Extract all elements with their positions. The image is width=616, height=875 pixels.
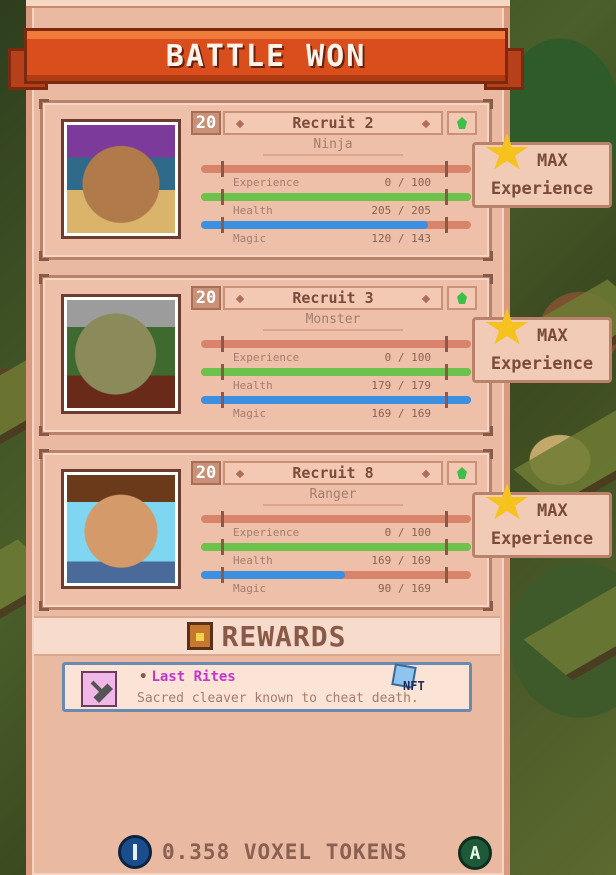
- stat-value: 0 / 100: [384, 526, 431, 539]
- reward-item-description: Sacred cleaver known to cheat death.: [137, 691, 419, 706]
- recruit-level: 20: [191, 111, 221, 135]
- battle-won-banner: BATTLE WON: [8, 22, 524, 92]
- stat-label: Experience: [233, 526, 300, 539]
- stat-magic: Magic 169 / 169: [201, 392, 471, 424]
- rewards-header: REWARDS: [34, 616, 500, 656]
- a-button-label: A: [469, 842, 481, 864]
- stat-label: Magic: [233, 407, 267, 420]
- rewards-title: REWARDS: [221, 619, 347, 653]
- stat-bar-fill: [201, 543, 471, 551]
- recruit-card: 20 Recruit 3 Monster Experience 0 / 100 …: [39, 274, 493, 436]
- stat-health: Health 179 / 179: [201, 364, 471, 396]
- max-experience-badge: MAX Experience: [472, 133, 612, 208]
- stat-bar-track: [201, 340, 471, 348]
- stat-magic: Magic 90 / 169: [201, 567, 471, 599]
- reward-item-name: Last Rites: [139, 669, 235, 685]
- stat-value: 0 / 100: [384, 176, 431, 189]
- banner-title: BATTLE WON: [165, 38, 367, 74]
- nft-icon: NFT: [391, 663, 427, 695]
- stat-value: 90 / 169: [378, 582, 431, 595]
- stat-experience: Experience 0 / 100: [201, 336, 471, 368]
- stat-value: 179 / 179: [371, 379, 431, 392]
- stat-label: Experience: [233, 351, 300, 364]
- a-button[interactable]: A: [458, 836, 492, 870]
- badge-max-label: MAX: [537, 151, 568, 171]
- badge-experience-label: Experience: [490, 179, 594, 199]
- recruit-level: 20: [191, 461, 221, 485]
- voxel-tokens-amount: 0.358 VOXEL TOKENS: [162, 840, 408, 864]
- stat-label: Magic: [233, 232, 267, 245]
- voxel-coin-icon: [118, 835, 152, 869]
- badge-experience-label: Experience: [490, 529, 594, 549]
- max-experience-badge: MAX Experience: [472, 483, 612, 558]
- stat-label: Health: [233, 554, 273, 567]
- recruit-card: 20 Recruit 8 Ranger Experience 0 / 100 H…: [39, 449, 493, 611]
- recruit-class: Ninja: [263, 137, 403, 156]
- stat-bar-track: [201, 165, 471, 173]
- stat-bar-fill: [201, 368, 471, 376]
- badge-experience-label: Experience: [490, 354, 594, 374]
- recruit-name-bar: Recruit 2: [223, 111, 443, 135]
- treasure-chest-icon: [187, 622, 214, 650]
- recruit-level: 20: [191, 286, 221, 310]
- recruit-avatar: [67, 475, 175, 583]
- cleaver-icon: [81, 671, 117, 707]
- stat-health: Health 205 / 205: [201, 189, 471, 221]
- nft-label: NFT: [403, 679, 425, 693]
- gem-icon: [447, 461, 477, 485]
- recruit-name: Recruit 3: [292, 289, 374, 307]
- recruit-avatar: [67, 300, 175, 408]
- stat-label: Health: [233, 379, 273, 392]
- badge-max-label: MAX: [537, 501, 568, 521]
- recruit-card: 20 Recruit 2 Ninja Experience 0 / 100 He…: [39, 99, 493, 261]
- stat-health: Health 169 / 169: [201, 539, 471, 571]
- stat-value: 205 / 205: [371, 204, 431, 217]
- recruit-name: Recruit 8: [292, 464, 374, 482]
- reward-item[interactable]: Last Rites Sacred cleaver known to cheat…: [62, 662, 472, 712]
- gem-icon: [447, 111, 477, 135]
- recruit-portrait: [61, 469, 181, 589]
- recruit-class: Monster: [263, 312, 403, 331]
- recruit-portrait: [61, 119, 181, 239]
- recruit-name: Recruit 2: [292, 114, 374, 132]
- stat-magic: Magic 120 / 143: [201, 217, 471, 249]
- voxel-tokens-reward: 0.358 VOXEL TOKENS: [118, 834, 408, 870]
- stat-label: Experience: [233, 176, 300, 189]
- recruit-name-bar: Recruit 3: [223, 286, 443, 310]
- stat-value: 169 / 169: [371, 407, 431, 420]
- stat-bar-fill: [201, 193, 471, 201]
- stat-value: 0 / 100: [384, 351, 431, 364]
- recruit-portrait: [61, 294, 181, 414]
- stat-value: 169 / 169: [371, 554, 431, 567]
- recruit-class: Ranger: [263, 487, 403, 506]
- badge-max-label: MAX: [537, 326, 568, 346]
- stat-experience: Experience 0 / 100: [201, 511, 471, 543]
- stat-bar-track: [201, 515, 471, 523]
- max-experience-badge: MAX Experience: [472, 308, 612, 383]
- gem-icon: [447, 286, 477, 310]
- stat-value: 120 / 143: [371, 232, 431, 245]
- stat-label: Health: [233, 204, 273, 217]
- recruit-avatar: [67, 125, 175, 233]
- stat-label: Magic: [233, 582, 267, 595]
- recruit-name-bar: Recruit 8: [223, 461, 443, 485]
- stat-experience: Experience 0 / 100: [201, 161, 471, 193]
- stat-bar-fill: [201, 396, 471, 404]
- stat-bar-fill: [201, 221, 428, 229]
